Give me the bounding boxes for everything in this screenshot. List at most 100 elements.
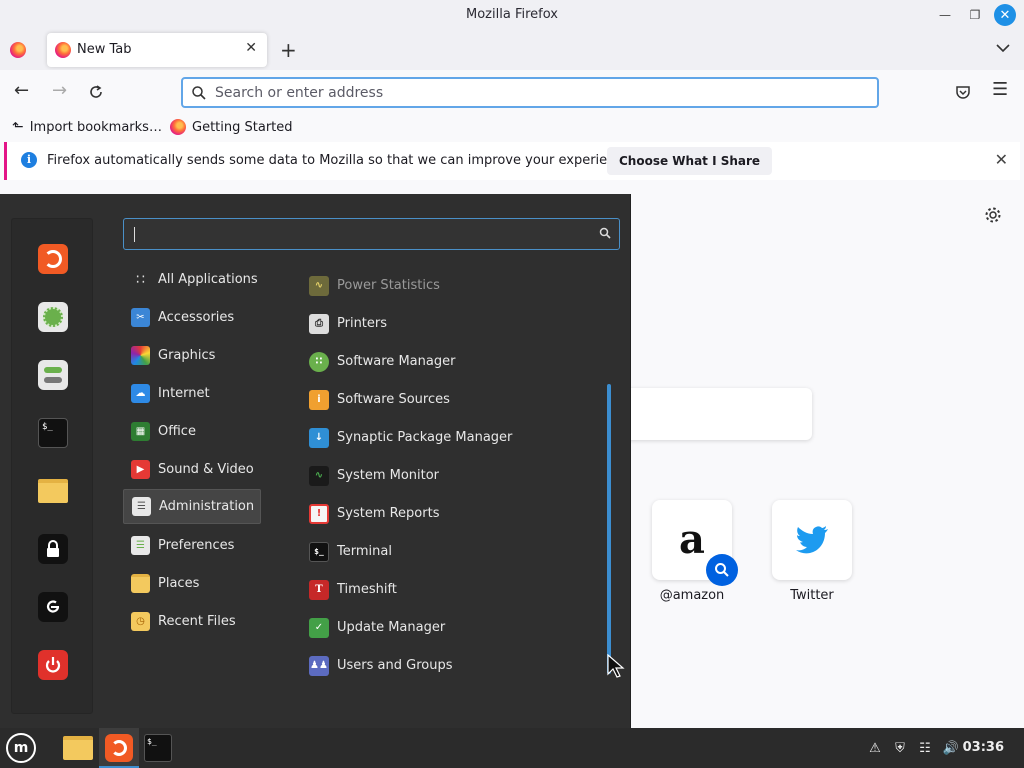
hamburger-menu-icon[interactable]: ☰ <box>992 81 1008 99</box>
favorites-sidebar: $_ <box>11 218 93 714</box>
software-sources-icon: i <box>309 389 329 410</box>
category-office[interactable]: ▦ Office <box>123 414 261 449</box>
close-tab-icon[interactable]: ✕ <box>245 40 257 56</box>
title-bar: Mozilla Firefox — ❐ ✕ <box>0 0 1024 30</box>
gear-icon[interactable] <box>984 206 1002 224</box>
network-icon[interactable]: ☷ <box>916 739 934 757</box>
category-preferences[interactable]: ☰ Preferences <box>123 528 261 563</box>
app-synaptic[interactable]: ↓ Synaptic Package Manager <box>301 420 601 455</box>
category-label: Internet <box>158 386 210 401</box>
menu-search[interactable] <box>123 218 620 250</box>
search-icon <box>192 86 206 100</box>
category-places[interactable]: Places <box>123 566 261 601</box>
taskbar-terminal[interactable]: $_ <box>142 732 174 764</box>
firefox-icon <box>105 734 133 762</box>
minimize-button[interactable]: — <box>934 4 956 26</box>
application-menu: $_ ∷ All Applications ✂ Accessories Grap… <box>0 194 631 728</box>
shortcut-tile[interactable] <box>772 500 852 580</box>
lock-icon[interactable] <box>37 533 69 565</box>
search-icon <box>599 227 611 239</box>
bookmark-label: Getting Started <box>192 119 293 135</box>
pocket-icon[interactable] <box>955 84 971 100</box>
app-users-and-groups[interactable]: ♟♟ Users and Groups <box>301 648 601 683</box>
category-label: Recent Files <box>158 614 236 629</box>
settings-icon[interactable] <box>37 359 69 391</box>
preferences-icon: ☰ <box>131 536 150 555</box>
mint-menu-button[interactable]: m <box>0 728 42 768</box>
close-notice-icon[interactable]: ✕ <box>995 150 1008 169</box>
bookmark-label: Import bookmarks… <box>29 119 162 135</box>
new-tab-button[interactable]: + <box>280 38 297 62</box>
taskbar: m $_ ⚠ ⛨ ☷ 🔊 03:36 <box>0 728 1024 768</box>
menu-scrollbar[interactable] <box>607 384 611 674</box>
terminal-icon[interactable]: $_ <box>37 417 69 449</box>
app-label: Synaptic Package Manager <box>337 430 513 445</box>
app-label: Terminal <box>337 544 392 559</box>
category-label: Graphics <box>158 348 216 363</box>
address-input[interactable] <box>215 83 855 103</box>
category-internet[interactable]: ☁ Internet <box>123 376 261 411</box>
shortcut-amazon[interactable]: a @amazon <box>652 500 738 603</box>
chevron-down-icon[interactable] <box>996 41 1010 55</box>
app-label: System Reports <box>337 506 440 521</box>
app-label: Printers <box>337 316 388 331</box>
shortcut-label: Twitter <box>790 588 834 603</box>
taskbar-firefox[interactable] <box>103 732 135 764</box>
address-bar[interactable] <box>181 77 879 108</box>
shortcut-twitter[interactable]: Twitter <box>772 500 852 603</box>
navigation-bar: ← → ☰ <box>0 70 1024 114</box>
files-icon[interactable] <box>37 475 69 507</box>
app-timeshift[interactable]: T Timeshift <box>301 572 601 607</box>
choose-what-i-share-button[interactable]: Choose What I Share <box>607 147 773 175</box>
update-notification-icon[interactable]: ⚠ <box>866 739 884 757</box>
app-update-manager[interactable]: ✓ Update Manager <box>301 610 601 645</box>
tab-new-tab[interactable]: New Tab ✕ <box>47 33 267 67</box>
page-search-box[interactable] <box>612 388 812 440</box>
app-system-monitor[interactable]: ∿ System Monitor <box>301 458 601 493</box>
tab-strip: New Tab ✕ + <box>0 30 1024 70</box>
forward-button[interactable]: → <box>52 82 67 100</box>
users-icon: ♟♟ <box>309 655 329 676</box>
software-manager-icon[interactable] <box>37 301 69 333</box>
shield-icon[interactable]: ⛨ <box>891 739 909 757</box>
taskbar-files[interactable] <box>62 732 94 764</box>
notice-message: Firefox automatically sends some data to… <box>47 153 635 168</box>
import-bookmarks-link[interactable]: ⬑ Import bookmarks… <box>12 119 162 135</box>
category-graphics[interactable]: Graphics <box>123 338 261 373</box>
menu-search-input[interactable] <box>132 225 572 243</box>
category-administration[interactable]: ☰ Administration <box>123 489 261 524</box>
app-label: Power Statistics <box>337 278 440 293</box>
app-terminal[interactable]: $_ Terminal <box>301 534 601 569</box>
category-recent-files[interactable]: ◷ Recent Files <box>123 604 261 639</box>
bookmarks-toolbar: ⬑ Import bookmarks… Getting Started <box>0 114 1024 140</box>
accessories-icon: ✂ <box>131 308 150 327</box>
back-button[interactable]: ← <box>14 82 29 100</box>
app-power-statistics[interactable]: ∿ Power Statistics <box>301 268 601 303</box>
shortcut-tile[interactable]: a <box>652 500 738 586</box>
shortcut-label: @amazon <box>659 588 725 603</box>
app-system-reports[interactable]: ! System Reports <box>301 496 601 531</box>
category-accessories[interactable]: ✂ Accessories <box>123 300 261 335</box>
app-software-sources[interactable]: i Software Sources <box>301 382 601 417</box>
firefox-view-icon[interactable] <box>10 42 26 58</box>
software-manager-icon: ∷ <box>309 351 329 372</box>
maximize-button[interactable]: ❐ <box>964 4 986 26</box>
category-label: Office <box>158 424 196 439</box>
category-all-applications[interactable]: ∷ All Applications <box>123 262 261 297</box>
app-printers[interactable]: ⎙ Printers <box>301 306 601 341</box>
reload-icon[interactable] <box>88 84 104 100</box>
close-window-button[interactable]: ✕ <box>994 4 1016 26</box>
administration-icon: ☰ <box>132 497 151 516</box>
volume-icon[interactable]: 🔊 <box>942 739 960 757</box>
logout-icon[interactable] <box>37 591 69 623</box>
app-software-manager[interactable]: ∷ Software Manager <box>301 344 601 379</box>
category-sound-video[interactable]: ▶ Sound & Video <box>123 452 261 487</box>
search-icon <box>706 554 738 586</box>
app-label: Users and Groups <box>337 658 453 673</box>
clock[interactable]: 03:36 <box>963 740 1004 755</box>
power-icon[interactable] <box>37 649 69 681</box>
app-label: Software Manager <box>337 354 456 369</box>
getting-started-link[interactable]: Getting Started <box>170 119 293 135</box>
firefox-icon[interactable] <box>37 243 69 275</box>
twitter-bird-icon <box>796 526 828 554</box>
